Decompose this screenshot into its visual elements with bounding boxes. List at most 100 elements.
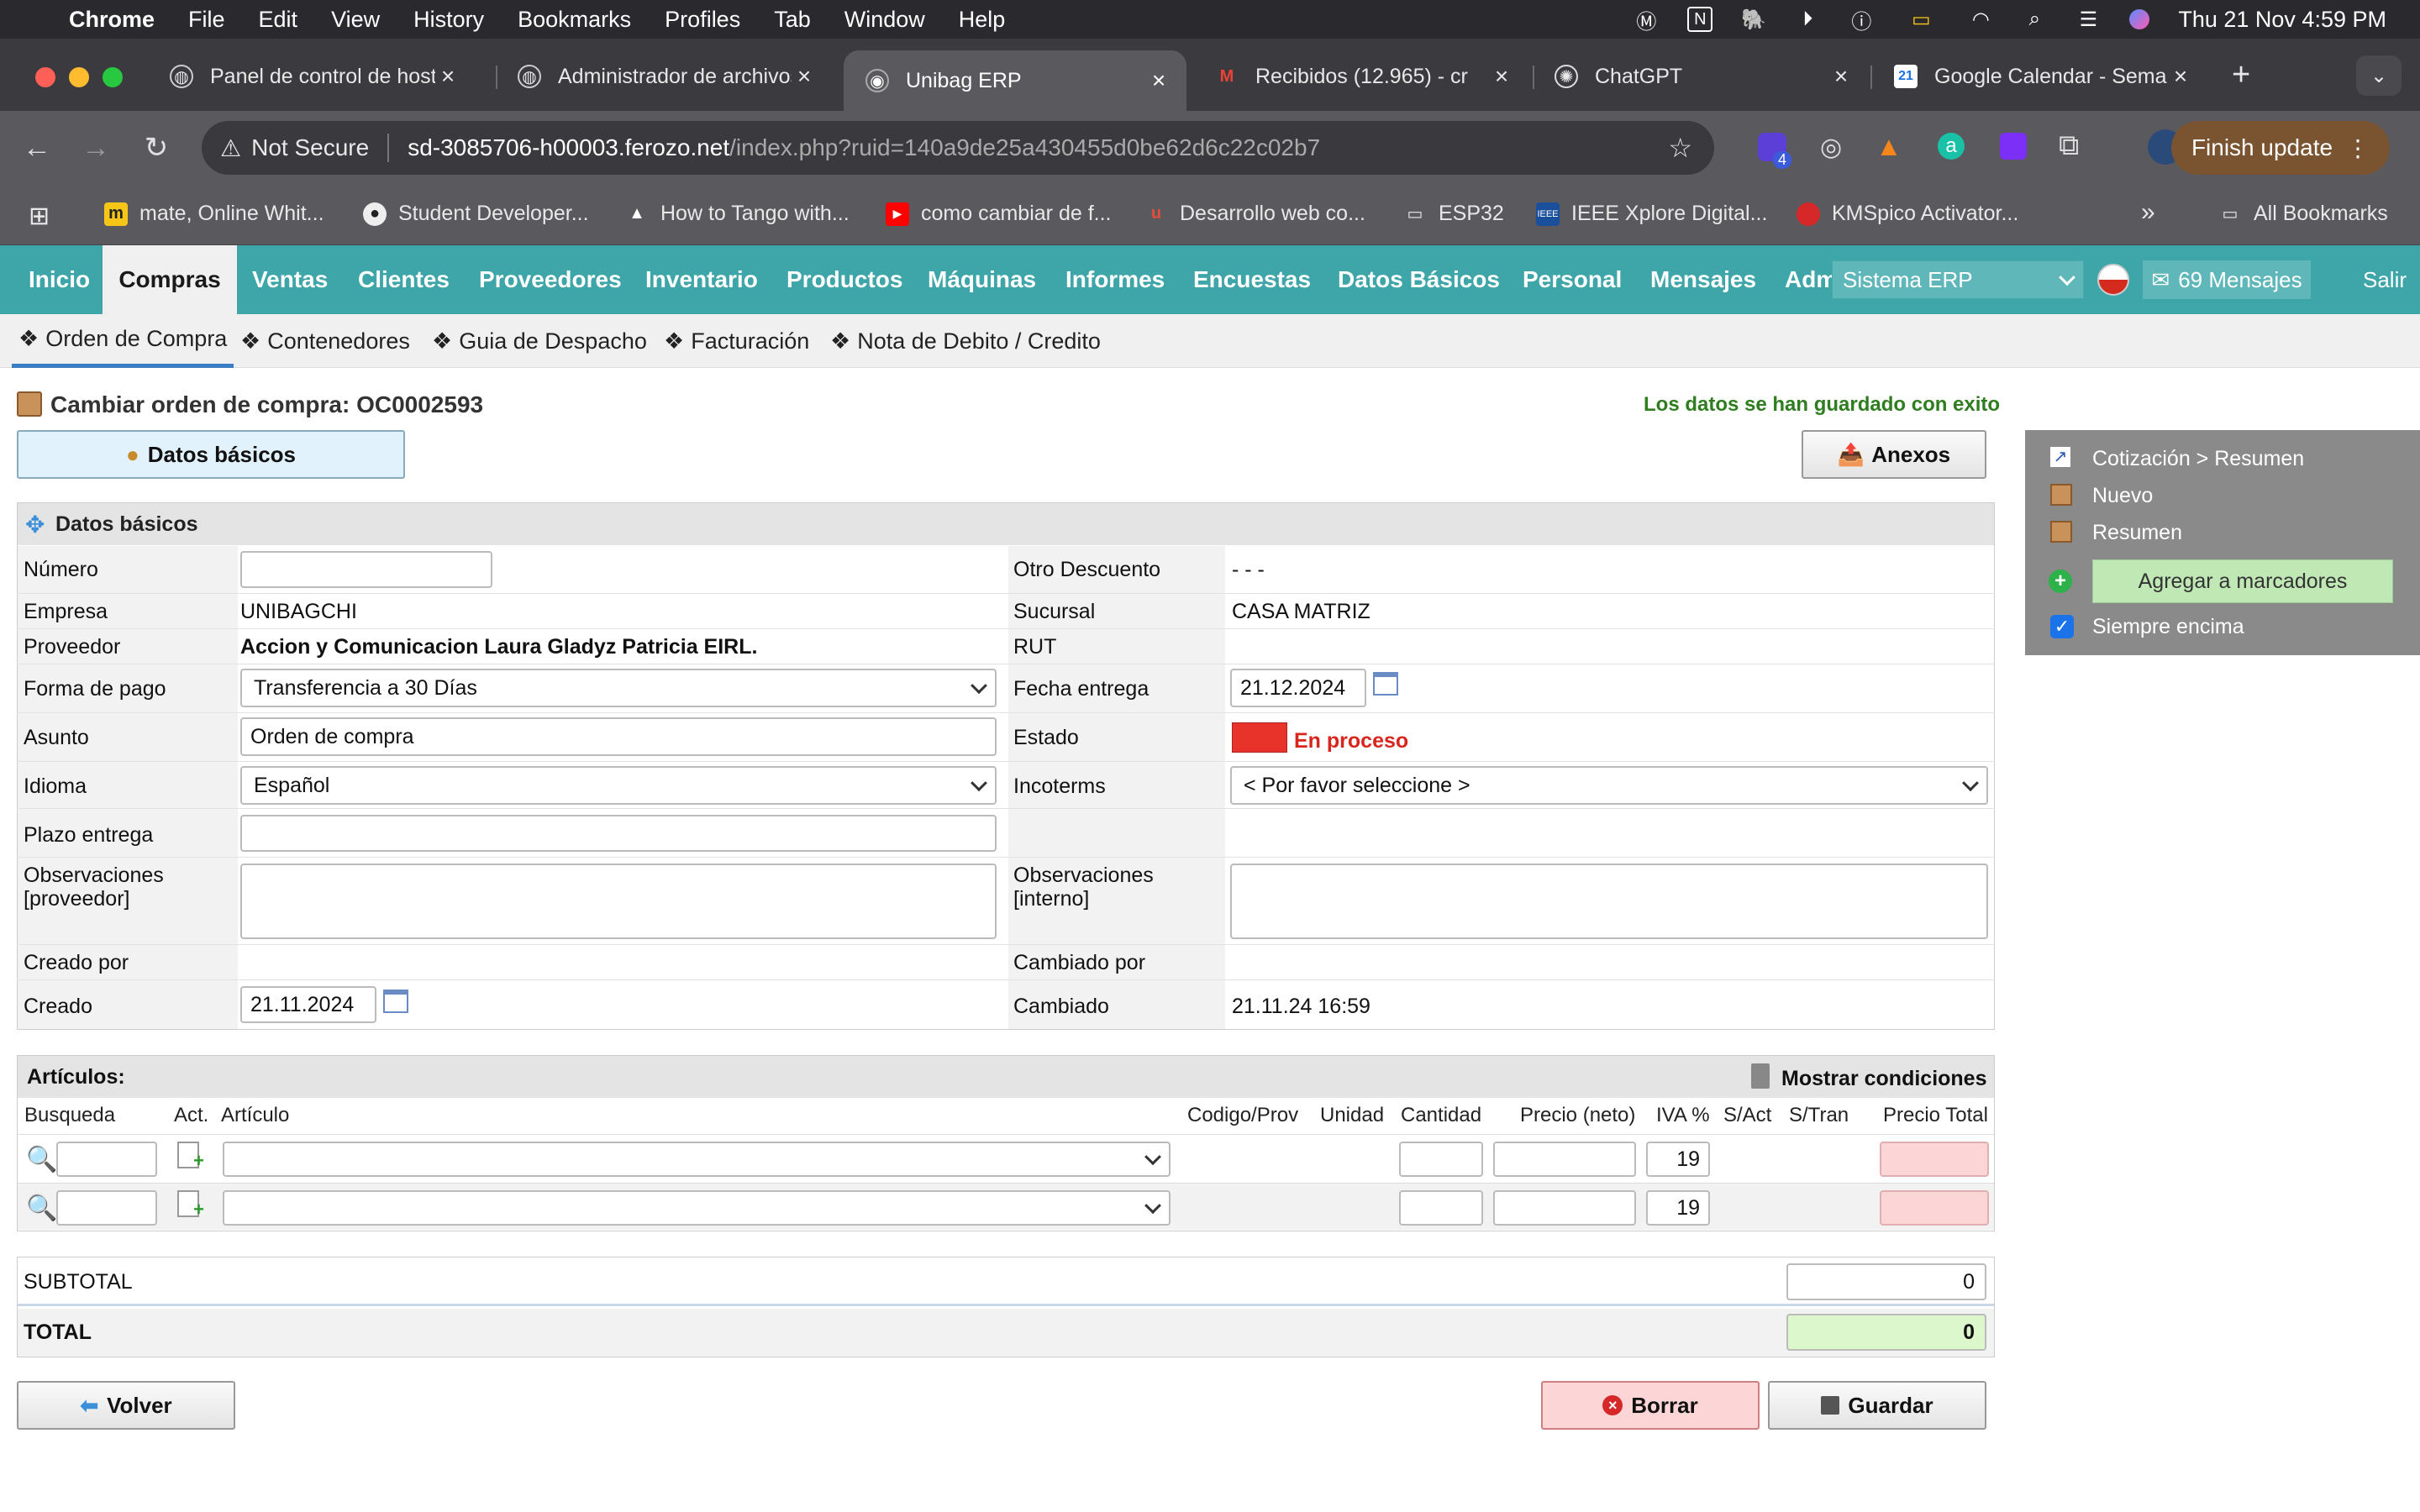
- new-tab-icon[interactable]: +: [2232, 57, 2250, 93]
- precio-neto-input[interactable]: [1493, 1190, 1636, 1226]
- numero-input[interactable]: [240, 551, 492, 588]
- tab-datos-basicos[interactable]: ● Datos básicos: [17, 430, 405, 479]
- precio-neto-input[interactable]: [1493, 1142, 1636, 1177]
- elephant-icon[interactable]: 🐘: [1741, 7, 1766, 32]
- side-item-resumen[interactable]: Resumen: [2092, 521, 2182, 545]
- busqueda-input[interactable]: [56, 1142, 157, 1177]
- spotlight-search-icon[interactable]: ⌕: [2022, 7, 2047, 32]
- reload-icon[interactable]: ↻: [133, 124, 180, 171]
- proveedor-value[interactable]: Accion y Comunicacion Laura Gladyz Patri…: [240, 635, 757, 659]
- nav-adm[interactable]: Adm: [1785, 245, 1832, 314]
- messages-button[interactable]: ✉ 69 Mensajes: [2143, 260, 2311, 299]
- show-conditions-link[interactable]: Mostrar condiciones: [1781, 1067, 1987, 1091]
- menu-tab[interactable]: Tab: [774, 7, 811, 33]
- bookmark-item[interactable]: IEEE IEEE Xplore Digital...: [1536, 202, 1767, 226]
- nav-inventario[interactable]: Inventario: [645, 245, 758, 314]
- nav-encuestas[interactable]: Encuestas: [1193, 245, 1311, 314]
- video-extension-icon[interactable]: [2000, 133, 2027, 160]
- bookmark-item[interactable]: KMSpico Activator...: [1797, 202, 2018, 226]
- nav-ventas[interactable]: Ventas: [252, 245, 328, 314]
- nav-personal[interactable]: Personal: [1523, 245, 1622, 314]
- menu-help[interactable]: Help: [959, 7, 1006, 33]
- metamask-icon[interactable]: ▲: [1876, 131, 1902, 162]
- iva-input[interactable]: 19: [1646, 1190, 1710, 1226]
- fecha-entrega-input[interactable]: 21.12.2024: [1230, 669, 1366, 707]
- bookmark-item[interactable]: u Desarrollo web co...: [1144, 202, 1365, 226]
- menu-edit[interactable]: Edit: [259, 7, 298, 33]
- forward-arrow-icon[interactable]: →: [72, 124, 119, 171]
- more-bookmarks-chevron-icon[interactable]: »: [2141, 198, 2155, 227]
- side-item-cotizacion[interactable]: Cotización > Resumen: [2092, 447, 2304, 471]
- subnav-contenedores[interactable]: ❖ Contenedores: [240, 314, 410, 368]
- asunto-input[interactable]: Orden de compra: [240, 717, 997, 756]
- bookmark-item[interactable]: ▶ como cambiar de f...: [886, 202, 1111, 226]
- nav-informes[interactable]: Informes: [1065, 245, 1165, 314]
- maximize-window-button[interactable]: [103, 67, 123, 87]
- nav-compras[interactable]: Compras: [103, 245, 237, 314]
- add-article-icon[interactable]: +: [177, 1142, 204, 1171]
- chile-flag-icon[interactable]: [2097, 264, 2129, 296]
- menu-history[interactable]: History: [413, 7, 484, 33]
- browser-tab[interactable]: ◍ Administrador de archivos ×: [496, 52, 832, 101]
- articulo-select[interactable]: [223, 1142, 1171, 1177]
- cantidad-input[interactable]: [1399, 1190, 1483, 1226]
- close-tab-icon[interactable]: ×: [1828, 63, 1854, 90]
- agregar-marcadores-button[interactable]: Agregar a marcadores: [2092, 559, 2393, 603]
- nav-inicio[interactable]: Inicio: [29, 245, 90, 314]
- browser-tab[interactable]: 21 Google Calendar - Semana ×: [1872, 52, 2208, 101]
- plazo-entrega-input[interactable]: [240, 815, 997, 852]
- nav-mensajes[interactable]: Mensajes: [1650, 245, 1756, 314]
- close-tab-icon[interactable]: ×: [792, 63, 817, 90]
- battery-icon[interactable]: ▭: [1902, 7, 1939, 32]
- volver-button[interactable]: ⬅ Volver: [17, 1381, 235, 1430]
- bookmark-item[interactable]: ● Student Developer...: [363, 202, 589, 226]
- minimize-window-button[interactable]: [69, 67, 89, 87]
- calendar-icon[interactable]: [1373, 672, 1398, 696]
- browser-tab[interactable]: ◍ Panel de control de hosting ×: [148, 52, 476, 101]
- forma-de-pago-select[interactable]: Transferencia a 30 Días: [240, 669, 997, 707]
- accessibility-icon[interactable]: ⓘ: [1849, 7, 1874, 34]
- not-secure-label[interactable]: Not Secure: [251, 134, 369, 161]
- articulo-select[interactable]: [223, 1190, 1171, 1226]
- system-select[interactable]: Sistema ERP: [1832, 260, 2084, 299]
- nav-proveedores[interactable]: Proveedores: [479, 245, 622, 314]
- notion-icon[interactable]: N: [1687, 7, 1713, 32]
- bookmark-item[interactable]: m mate, Online Whit...: [104, 202, 324, 226]
- bookmark-star-icon[interactable]: ☆: [1668, 132, 1692, 164]
- subnav-facturacion[interactable]: ❖ Facturación: [664, 314, 809, 368]
- cantidad-input[interactable]: [1399, 1142, 1483, 1177]
- nav-clientes[interactable]: Clientes: [358, 245, 450, 314]
- add-article-icon[interactable]: +: [177, 1190, 204, 1220]
- search-icon[interactable]: 🔍: [26, 1194, 57, 1223]
- nav-maquinas[interactable]: Máquinas: [928, 245, 1036, 314]
- apps-grid-icon[interactable]: ⊞: [29, 202, 50, 231]
- control-center-icon[interactable]: ☰: [2075, 7, 2101, 32]
- subnav-nota-debito-credito[interactable]: ❖ Nota de Debito / Credito: [830, 314, 1101, 368]
- warning-icon[interactable]: ⚠: [220, 134, 241, 162]
- m-app-icon[interactable]: Ⓜ: [1634, 7, 1659, 34]
- browser-tab[interactable]: ✺ ChatGPT ×: [1533, 52, 1869, 101]
- creado-input[interactable]: 21.11.2024: [240, 986, 376, 1023]
- subnav-guia-de-despacho[interactable]: ❖ Guia de Despacho: [432, 314, 647, 368]
- close-tab-icon[interactable]: ×: [435, 63, 460, 90]
- menubar-clock[interactable]: Thu 21 Nov 4:59 PM: [2178, 7, 2386, 33]
- idioma-select[interactable]: Español: [240, 766, 997, 805]
- iva-input[interactable]: 19: [1646, 1142, 1710, 1177]
- nav-productos[interactable]: Productos: [786, 245, 902, 314]
- siri-icon[interactable]: [2129, 9, 2150, 29]
- extensions-puzzle-icon[interactable]: ⧉: [2059, 129, 2079, 162]
- menu-file[interactable]: File: [188, 7, 225, 33]
- busqueda-input[interactable]: [56, 1190, 157, 1226]
- anexos-button[interactable]: 📤 Anexos: [1802, 430, 1986, 479]
- browser-tab[interactable]: M Recibidos (12.965) - cr ×: [1193, 52, 1529, 101]
- subnav-orden-de-compra[interactable]: ❖ Orden de Compra: [12, 314, 234, 368]
- menu-app-name[interactable]: Chrome: [69, 7, 155, 33]
- menu-profiles[interactable]: Profiles: [665, 7, 740, 33]
- calendar-icon[interactable]: [383, 990, 408, 1013]
- logout-link[interactable]: Salir: [2363, 245, 2407, 314]
- wifi-icon[interactable]: ◠: [1968, 7, 1993, 32]
- menu-view[interactable]: View: [331, 7, 380, 33]
- back-arrow-icon[interactable]: ←: [13, 124, 60, 171]
- close-tab-icon[interactable]: ×: [1489, 63, 1514, 90]
- incoterms-select[interactable]: < Por favor seleccione >: [1230, 766, 1988, 805]
